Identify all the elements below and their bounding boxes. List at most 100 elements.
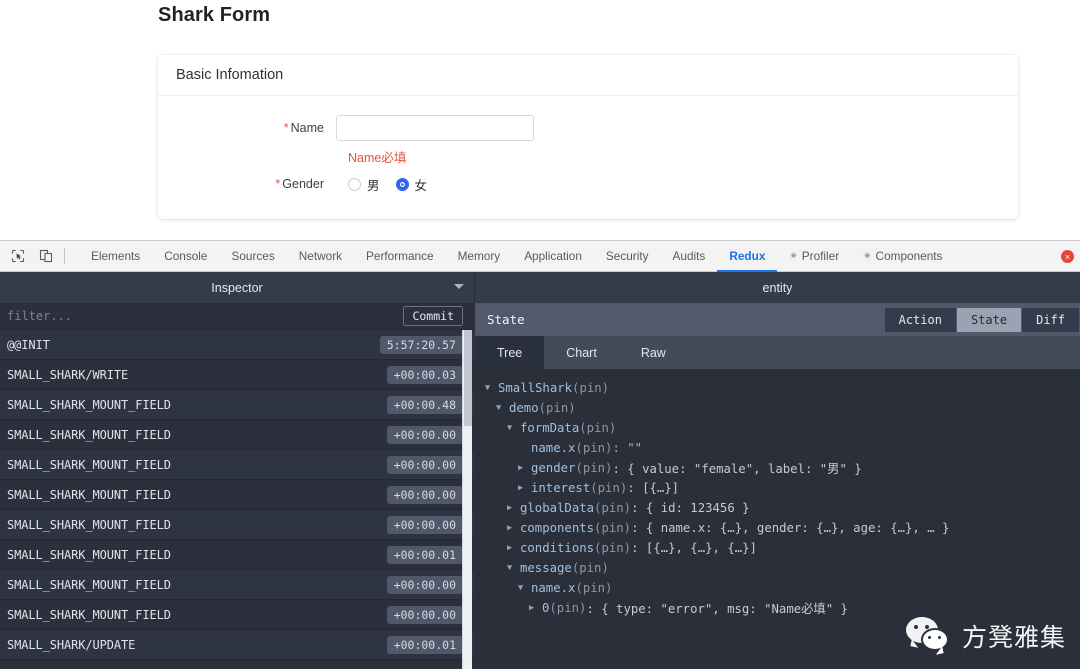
- tree-key: interest: [531, 481, 591, 495]
- action-time: +00:00.00: [386, 515, 463, 534]
- chevron-down-icon: ▼: [507, 563, 513, 573]
- actions-scrollbar[interactable]: [462, 330, 472, 669]
- tab-redux[interactable]: Redux: [717, 240, 777, 272]
- subtab-raw[interactable]: Raw: [619, 336, 688, 369]
- tree-pin: (pin): [572, 381, 610, 395]
- tab-security[interactable]: Security: [594, 240, 661, 272]
- tree-node-interest[interactable]: ▶ interest (pin): [{…}]: [485, 478, 1080, 498]
- tab-performance[interactable]: Performance: [354, 240, 446, 272]
- action-row[interactable]: SMALL_SHARK_MOUNT_FIELD +00:00.00: [0, 480, 475, 510]
- tree-key: components: [520, 521, 595, 535]
- state-segmented-control: Action State Diff: [884, 307, 1080, 332]
- tree-value: : "": [612, 441, 643, 455]
- tab-audits[interactable]: Audits: [661, 240, 718, 272]
- tree-node-demo[interactable]: ▼ demo (pin): [485, 398, 1080, 418]
- name-input[interactable]: [336, 115, 534, 141]
- segment-diff[interactable]: Diff: [1022, 307, 1080, 332]
- tab-network[interactable]: Network: [287, 240, 354, 272]
- action-row[interactable]: SMALL_SHARK_MOUNT_FIELD +00:00.00: [0, 600, 475, 630]
- tree-pin: (pin): [575, 441, 613, 455]
- redux-devtools-panel: Inspector entity Commit @@INIT: [0, 272, 1080, 669]
- chevron-down-icon: ▼: [485, 383, 491, 393]
- tab-components[interactable]: ✷ Components: [851, 240, 954, 272]
- tree-node-message-item-0[interactable]: ▶ 0 (pin): { type: "error", msg: "Name必填"…: [485, 598, 1080, 618]
- tree-node-globaldata[interactable]: ▶ globalData (pin): { id: 123456 }: [485, 498, 1080, 518]
- tree-pin: (pin): [575, 581, 613, 595]
- tree-key: demo: [509, 401, 539, 415]
- tab-label: Audits: [672, 249, 706, 263]
- card-header: Basic Infomation: [158, 55, 1018, 96]
- inspector-title: Inspector: [211, 280, 263, 295]
- tree-node-smallshark[interactable]: ▼ SmallShark (pin): [485, 378, 1080, 398]
- segment-action[interactable]: Action: [884, 307, 957, 332]
- action-time: +00:00.00: [386, 575, 463, 594]
- action-row[interactable]: SMALL_SHARK_MOUNT_FIELD +00:00.00: [0, 570, 475, 600]
- action-row[interactable]: SMALL_SHARK_MOUNT_FIELD +00:00.00: [0, 420, 475, 450]
- name-error-message: Name必填: [348, 150, 407, 165]
- action-time: +00:00.00: [386, 425, 463, 444]
- tab-application[interactable]: Application: [512, 240, 594, 272]
- inspector-header: Inspector: [0, 272, 475, 303]
- gender-radio-female-label: 女: [414, 178, 428, 193]
- action-row[interactable]: SMALL_SHARK_MOUNT_FIELD +00:00.00: [0, 450, 475, 480]
- action-row[interactable]: SMALL_SHARK/UPDATE +00:00.01: [0, 630, 475, 660]
- tree-node-formdata[interactable]: ▼ formData (pin): [485, 418, 1080, 438]
- tree-value: : { id: 123456 }: [631, 501, 750, 515]
- action-name: SMALL_SHARK_MOUNT_FIELD: [7, 457, 171, 472]
- tree-node-message-name-x[interactable]: ▼ name.x (pin): [485, 578, 1080, 598]
- action-name: SMALL_SHARK_MOUNT_FIELD: [7, 547, 171, 562]
- subtab-chart[interactable]: Chart: [544, 336, 619, 369]
- tree-pin: (pin): [594, 541, 632, 555]
- tab-label: Profiler: [801, 249, 840, 263]
- tab-console[interactable]: Console: [152, 240, 219, 272]
- tree-key: formData: [520, 421, 580, 435]
- tree-value: : { name.x: {…}, gender: {…}, age: {…}, …: [631, 521, 950, 535]
- subtab-tree[interactable]: Tree: [475, 336, 545, 369]
- entity-header: entity: [475, 272, 1080, 303]
- tab-memory[interactable]: Memory: [446, 240, 513, 272]
- state-pane: State Action State Diff Tree Chart Raw ▼…: [475, 303, 1080, 669]
- name-label-text: Name: [290, 121, 324, 135]
- tree-pin: (pin): [594, 501, 632, 515]
- experiment-star-icon: ✷: [863, 250, 872, 262]
- tab-profiler[interactable]: ✷ Profiler: [777, 240, 851, 272]
- action-name: SMALL_SHARK_MOUNT_FIELD: [7, 397, 171, 412]
- gender-radio-male[interactable]: 男: [348, 175, 380, 194]
- tab-elements[interactable]: Elements: [79, 240, 152, 272]
- tree-node-gender[interactable]: ▶ gender (pin): { value: "female", label:…: [485, 458, 1080, 478]
- tab-label: Components: [875, 249, 943, 263]
- filter-input[interactable]: [0, 309, 404, 323]
- action-time: +00:00.00: [386, 455, 463, 474]
- tree-pin: (pin): [538, 401, 576, 415]
- actions-scrollbar-thumb[interactable]: [464, 330, 472, 426]
- device-toolbar-icon[interactable]: [34, 245, 58, 267]
- action-time: +00:00.00: [386, 605, 463, 624]
- devtools-tab-list: Elements Console Sources Network Perform…: [79, 240, 954, 272]
- redux-body: Commit @@INIT 5:57:20.57 SMALL_SHARK/WRI…: [0, 303, 1080, 669]
- error-count-badge[interactable]: ×: [1061, 250, 1074, 263]
- action-name: SMALL_SHARK/WRITE: [7, 367, 129, 382]
- action-row[interactable]: SMALL_SHARK_MOUNT_FIELD +00:00.00: [0, 510, 475, 540]
- tree-node-name-x[interactable]: ▶name.x (pin): "": [485, 438, 1080, 458]
- chevron-down-icon[interactable]: [454, 284, 464, 289]
- segment-state[interactable]: State: [956, 307, 1023, 332]
- action-name: SMALL_SHARK_MOUNT_FIELD: [7, 577, 171, 592]
- action-row[interactable]: SMALL_SHARK/WRITE +00:00.03: [0, 360, 475, 390]
- action-name: SMALL_SHARK_MOUNT_FIELD: [7, 487, 171, 502]
- action-row[interactable]: @@INIT 5:57:20.57: [0, 330, 475, 360]
- tab-sources[interactable]: Sources: [219, 240, 286, 272]
- chevron-right-icon: ▶: [507, 503, 513, 513]
- devtools-panel: Elements Console Sources Network Perform…: [0, 240, 1080, 670]
- action-list[interactable]: @@INIT 5:57:20.57 SMALL_SHARK/WRITE +00:…: [0, 330, 475, 669]
- tree-node-components[interactable]: ▶ components (pin): { name.x: {…}, gender…: [485, 518, 1080, 538]
- inspect-element-icon[interactable]: [6, 245, 30, 267]
- tree-pin: (pin): [575, 461, 613, 475]
- gender-radio-female[interactable]: 女: [395, 175, 428, 194]
- tree-node-message[interactable]: ▼ message (pin): [485, 558, 1080, 578]
- tree-node-conditions[interactable]: ▶ conditions (pin): [{…}, {…}, {…}]: [485, 538, 1080, 558]
- tree-key: conditions: [520, 541, 595, 555]
- action-row[interactable]: SMALL_SHARK_MOUNT_FIELD +00:00.48: [0, 390, 475, 420]
- state-panel-title: State: [487, 312, 525, 327]
- commit-button[interactable]: Commit: [403, 306, 463, 326]
- action-row[interactable]: SMALL_SHARK_MOUNT_FIELD +00:00.01: [0, 540, 475, 570]
